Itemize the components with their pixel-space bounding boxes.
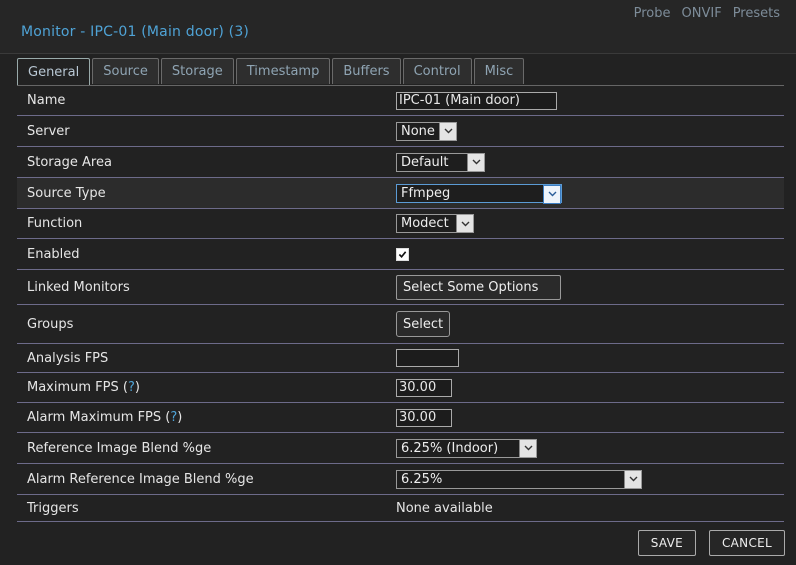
reference-image-blend-select[interactable]: 6.25% (Indoor)	[396, 438, 537, 458]
row-server: Server None	[17, 116, 784, 147]
chevron-down-icon	[519, 439, 536, 457]
reference-image-blend-label: Reference Image Blend %ge	[27, 440, 212, 456]
alarm-maximum-fps-label-text: Alarm Maximum FPS (	[27, 410, 171, 425]
tab-misc[interactable]: Misc	[473, 58, 525, 84]
maximum-fps-label: Maximum FPS (?)	[27, 380, 140, 395]
maximum-fps-label-close: )	[134, 380, 140, 395]
server-label: Server	[27, 123, 70, 139]
tab-control[interactable]: Control	[402, 58, 472, 84]
triggers-label: Triggers	[27, 500, 79, 516]
source-type-select-value: Ffmpeg	[401, 185, 451, 201]
row-triggers: Triggers None available	[17, 495, 784, 522]
dialog-title: Monitor - IPC-01 (Main door) (3)	[21, 24, 250, 40]
row-maximum-fps: Maximum FPS (?) 30.00	[17, 373, 784, 403]
source-type-label: Source Type	[27, 185, 106, 201]
enabled-label: Enabled	[27, 246, 80, 262]
linked-monitors-label: Linked Monitors	[27, 279, 130, 295]
row-analysis-fps: Analysis FPS	[17, 344, 784, 373]
groups-label: Groups	[27, 316, 74, 332]
triggers-value: None available	[396, 500, 493, 516]
row-storage-area: Storage Area Default	[17, 147, 784, 178]
function-select-value: Modect	[401, 216, 449, 231]
tab-buffers[interactable]: Buffers	[332, 58, 401, 84]
row-alarm-reference-image-blend: Alarm Reference Image Blend %ge 6.25%	[17, 464, 784, 495]
row-groups: Groups Select	[17, 305, 784, 344]
enabled-checkbox[interactable]	[396, 247, 409, 261]
maximum-fps-input[interactable]: 30.00	[396, 378, 452, 397]
onvif-link[interactable]: ONVIF	[682, 6, 722, 21]
dialog-header: Monitor - IPC-01 (Main door) (3) Probe O…	[0, 0, 796, 54]
function-label: Function	[27, 216, 83, 231]
probe-link[interactable]: Probe	[634, 6, 671, 21]
name-label: Name	[27, 93, 66, 108]
alarm-maximum-fps-label-close: )	[177, 410, 183, 425]
name-input[interactable]: IPC-01 (Main door)	[396, 91, 557, 110]
server-select[interactable]: None	[396, 121, 457, 141]
header-links: Probe ONVIF Presets	[634, 6, 780, 21]
tab-bar: General Source Storage Timestamp Buffers…	[17, 58, 525, 85]
chevron-down-icon	[624, 470, 641, 488]
analysis-fps-input[interactable]	[396, 349, 459, 367]
source-type-select[interactable]: Ffmpeg	[396, 183, 562, 204]
storage-area-select-value: Default	[401, 154, 449, 170]
row-linked-monitors: Linked Monitors Select Some Options	[17, 270, 784, 305]
storage-area-label: Storage Area	[27, 154, 112, 170]
tab-storage[interactable]: Storage	[160, 58, 234, 84]
reference-image-blend-value: 6.25% (Indoor)	[401, 440, 499, 456]
alarm-maximum-fps-input[interactable]: 30.00	[396, 408, 452, 427]
row-function: Function Modect	[17, 209, 784, 239]
general-settings-table: Name IPC-01 (Main door) Server None Stor…	[17, 85, 784, 523]
cancel-button[interactable]: CANCEL	[708, 530, 785, 556]
storage-area-select[interactable]: Default	[396, 152, 485, 172]
tab-timestamp[interactable]: Timestamp	[235, 58, 331, 84]
function-select[interactable]: Modect	[396, 214, 474, 233]
checkmark-icon	[398, 250, 407, 258]
maximum-fps-label-text: Maximum FPS (	[27, 380, 128, 395]
row-alarm-maximum-fps: Alarm Maximum FPS (?) 30.00	[17, 403, 784, 433]
alarm-reference-image-blend-label: Alarm Reference Image Blend %ge	[27, 471, 254, 487]
chevron-down-icon	[456, 215, 473, 232]
groups-select-button[interactable]: Select	[396, 311, 451, 337]
maximum-fps-help-link[interactable]: ?	[128, 380, 135, 395]
chevron-down-icon	[543, 184, 561, 204]
row-source-type: Source Type Ffmpeg	[17, 178, 784, 209]
alarm-reference-image-blend-value: 6.25%	[401, 471, 443, 487]
tab-general[interactable]: General	[17, 58, 91, 85]
dialog-footer: SAVE CANCEL	[637, 530, 785, 556]
row-enabled: Enabled	[17, 239, 784, 270]
presets-link[interactable]: Presets	[733, 6, 780, 21]
row-reference-image-blend: Reference Image Blend %ge 6.25% (Indoor)	[17, 433, 784, 464]
chevron-down-icon	[467, 153, 484, 171]
tab-source[interactable]: Source	[92, 58, 159, 84]
server-select-value: None	[401, 123, 435, 139]
linked-monitors-select[interactable]: Select Some Options	[396, 274, 561, 300]
alarm-reference-image-blend-select[interactable]: 6.25%	[396, 469, 642, 489]
row-name: Name IPC-01 (Main door)	[17, 86, 784, 116]
save-button[interactable]: SAVE	[637, 530, 696, 556]
alarm-maximum-fps-label: Alarm Maximum FPS (?)	[27, 410, 182, 425]
chevron-down-icon	[439, 122, 456, 140]
analysis-fps-label: Analysis FPS	[27, 350, 109, 366]
